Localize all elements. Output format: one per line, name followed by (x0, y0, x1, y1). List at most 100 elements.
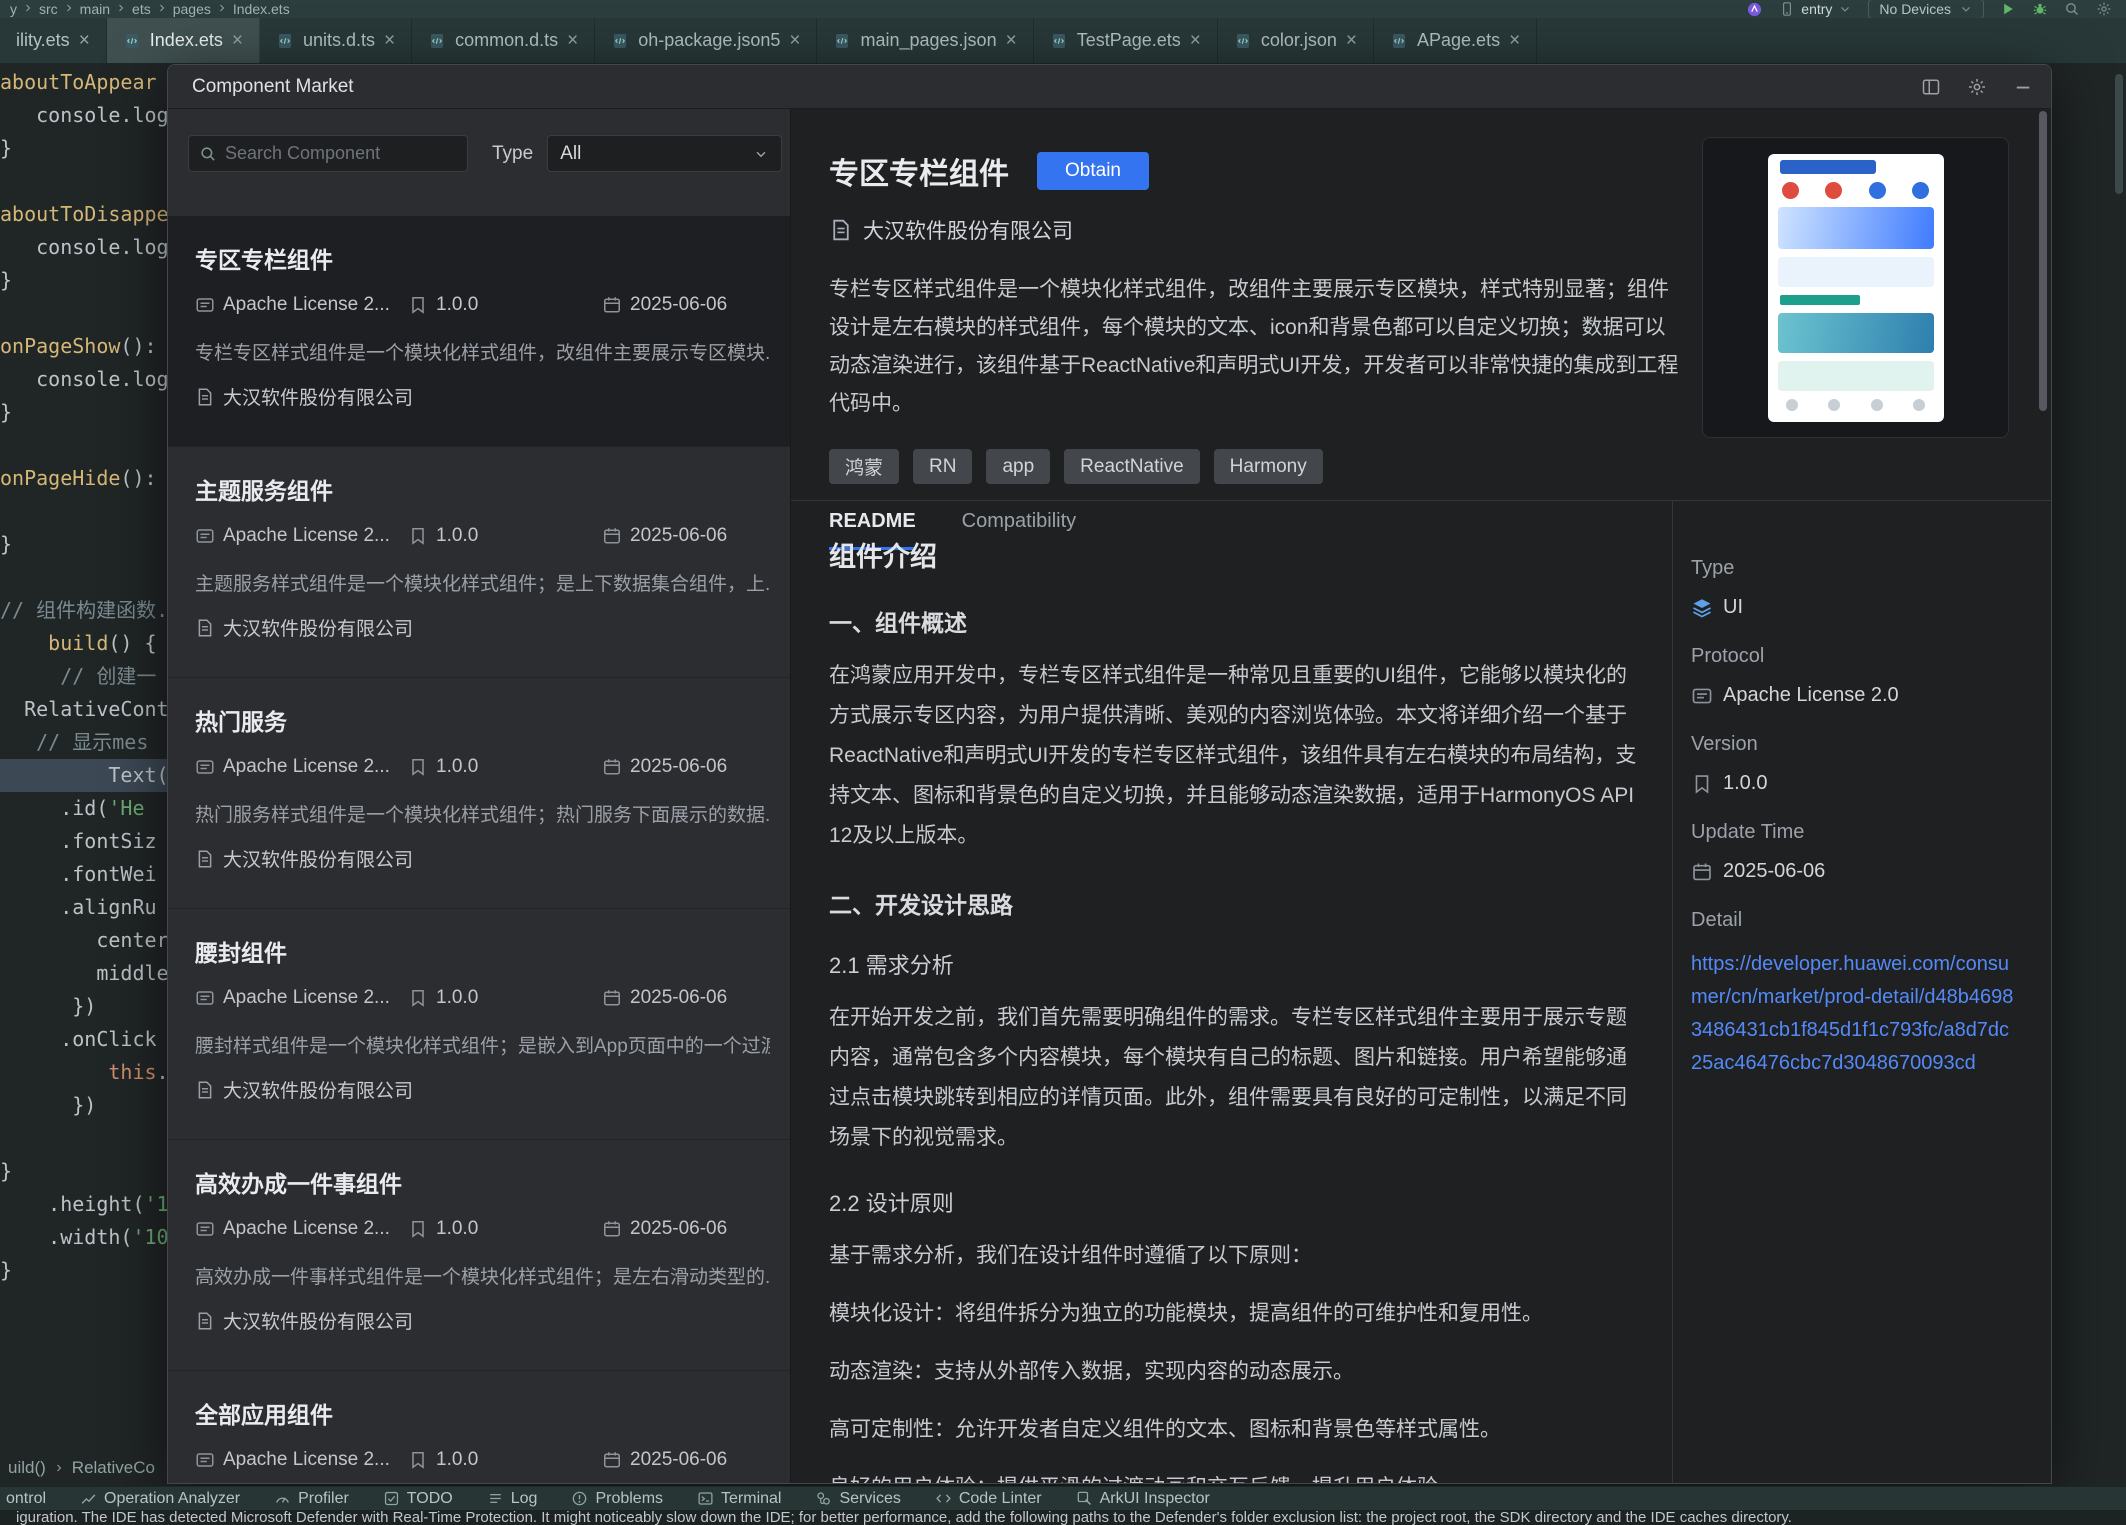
editor-tab[interactable]: TestPage.ets× (1034, 18, 1218, 63)
tool-window-button[interactable]: Services (815, 1490, 900, 1508)
code-line[interactable]: } (0, 1155, 167, 1188)
gear-icon[interactable] (1967, 77, 1987, 97)
code-line[interactable]: build() { (0, 627, 167, 660)
editor-breadcrumb-item[interactable]: uild() (8, 1458, 46, 1478)
editor-tab[interactable]: units.d.ts× (260, 18, 412, 63)
code-line[interactable]: .fontSiz (0, 825, 167, 858)
breadcrumb-item[interactable]: Index.ets (233, 1, 290, 17)
code-line[interactable]: console.log (0, 99, 167, 132)
breadcrumb-item[interactable]: src (39, 1, 58, 17)
close-tab-icon[interactable]: × (1509, 31, 1520, 50)
editor-tab[interactable]: color.json× (1218, 18, 1374, 63)
code-line[interactable]: } (0, 1254, 167, 1287)
editor-tab[interactable]: ility.ets× (0, 18, 107, 63)
code-line[interactable]: aboutToDisappe (0, 198, 167, 231)
code-line[interactable]: console.log (0, 363, 167, 396)
editor-tab[interactable]: oh-package.json5× (595, 18, 817, 63)
code-line[interactable]: } (0, 132, 167, 165)
code-line[interactable]: onPageHide(): (0, 462, 167, 495)
code-line[interactable]: this.n (0, 1056, 167, 1089)
code-line[interactable]: center (0, 924, 167, 957)
code-line[interactable]: .width('100% (0, 1221, 167, 1254)
code-line[interactable]: onPageShow(): (0, 330, 167, 363)
code-line[interactable]: aboutToAppear (0, 66, 167, 99)
tool-window-button[interactable]: ArkUI Inspector (1076, 1490, 1210, 1508)
close-tab-icon[interactable]: × (79, 31, 90, 50)
code-line[interactable]: } (0, 264, 167, 297)
code-line[interactable]: .onClick (0, 1023, 167, 1056)
code-line[interactable]: .height('100 (0, 1188, 167, 1221)
editor-tab[interactable]: Index.ets× (107, 18, 260, 63)
editor-scrollbar[interactable] (2115, 74, 2123, 194)
tool-window-button[interactable]: Operation Analyzer (80, 1490, 240, 1508)
breadcrumb-item[interactable]: y (10, 1, 17, 17)
component-list-item[interactable]: 专区专栏组件Apache License 2...1.0.02025-06-06… (168, 216, 790, 447)
code-line[interactable]: .fontWei (0, 858, 167, 891)
tool-window-button[interactable]: ontrol (6, 1490, 46, 1508)
close-tab-icon[interactable]: × (232, 31, 243, 50)
type-filter-select[interactable]: All (547, 135, 782, 172)
close-tab-icon[interactable]: × (567, 31, 578, 50)
close-tab-icon[interactable]: × (384, 31, 395, 50)
component-list-item[interactable]: 主题服务组件Apache License 2...1.0.02025-06-06… (168, 447, 790, 678)
code-line[interactable]: // 显示mes (0, 726, 167, 759)
tool-window-button[interactable]: Log (487, 1490, 538, 1508)
editor-tab[interactable]: common.d.ts× (412, 18, 595, 63)
code-line[interactable]: .id('He (0, 792, 167, 825)
close-tab-icon[interactable]: × (789, 31, 800, 50)
breadcrumb-item[interactable]: pages (173, 1, 211, 17)
code-line[interactable]: // 组件构建函数. (0, 594, 167, 627)
editor-breadcrumb-item[interactable]: RelativeCo (72, 1458, 155, 1478)
tool-window-button[interactable]: Terminal (697, 1490, 781, 1508)
debug-icon[interactable] (2032, 1, 2048, 17)
close-tab-icon[interactable]: × (1006, 31, 1017, 50)
minimize-icon[interactable] (2013, 77, 2033, 97)
ai-assistant-icon[interactable] (1746, 1, 1763, 18)
code-line[interactable] (0, 165, 167, 198)
code-line[interactable] (0, 495, 167, 528)
gear-icon[interactable] (2096, 1, 2112, 17)
tool-window-button[interactable]: TODO (383, 1490, 453, 1508)
code-line[interactable]: RelativeCont (0, 693, 167, 726)
obtain-button[interactable]: Obtain (1037, 152, 1149, 190)
code-line[interactable] (0, 1122, 167, 1155)
component-list-item[interactable]: 全部应用组件Apache License 2...1.0.02025-06-06 (168, 1371, 790, 1483)
code-line[interactable] (0, 297, 167, 330)
code-line[interactable] (0, 429, 167, 462)
breadcrumb-item[interactable]: main (80, 1, 110, 17)
component-date: 2025-06-06 (630, 987, 727, 1009)
code-line[interactable]: }) (0, 1089, 167, 1122)
tool-window-button[interactable]: Profiler (274, 1490, 349, 1508)
search-component-input[interactable] (225, 143, 457, 164)
detail-link[interactable]: https://developer.huawei.com/consumer/cn… (1691, 948, 2015, 1080)
tool-window-button[interactable]: Problems (571, 1490, 663, 1508)
component-list-item[interactable]: 高效办成一件事组件Apache License 2...1.0.02025-06… (168, 1140, 790, 1371)
search-icon[interactable] (2064, 1, 2080, 17)
code-line[interactable] (0, 561, 167, 594)
close-tab-icon[interactable]: × (1346, 31, 1357, 50)
detail-scrollbar[interactable] (2039, 111, 2047, 411)
notifications-icon[interactable] (2094, 1510, 2108, 1524)
code-line[interactable]: } (0, 528, 167, 561)
editor-tab[interactable]: APage.ets× (1374, 18, 1537, 63)
close-tab-icon[interactable]: × (1190, 31, 1201, 50)
code-line[interactable]: console.log (0, 231, 167, 264)
code-line[interactable]: }) (0, 990, 167, 1023)
layout-icon[interactable] (1921, 77, 1941, 97)
tool-window-button[interactable]: Code Linter (935, 1490, 1042, 1508)
run-icon[interactable] (2000, 1, 2016, 17)
search-box[interactable] (188, 135, 468, 172)
code-line[interactable]: .alignRu (0, 891, 167, 924)
breadcrumb-item[interactable]: ets (132, 1, 151, 17)
code-line[interactable]: // 创建一 (0, 660, 167, 693)
component-list-item[interactable]: 热门服务Apache License 2...1.0.02025-06-06热门… (168, 678, 790, 909)
editor-tab[interactable]: main_pages.json× (817, 18, 1033, 63)
license-icon (195, 1450, 215, 1470)
run-configuration-selector[interactable]: entry (1779, 1, 1852, 17)
code-line[interactable]: Text( (0, 759, 167, 792)
code-line[interactable]: middle (0, 957, 167, 990)
device-selector[interactable]: No Devices (1868, 0, 1984, 18)
component-date: 2025-06-06 (630, 1449, 727, 1471)
component-list-item[interactable]: 腰封组件Apache License 2...1.0.02025-06-06腰封… (168, 909, 790, 1140)
code-line[interactable]: } (0, 396, 167, 429)
